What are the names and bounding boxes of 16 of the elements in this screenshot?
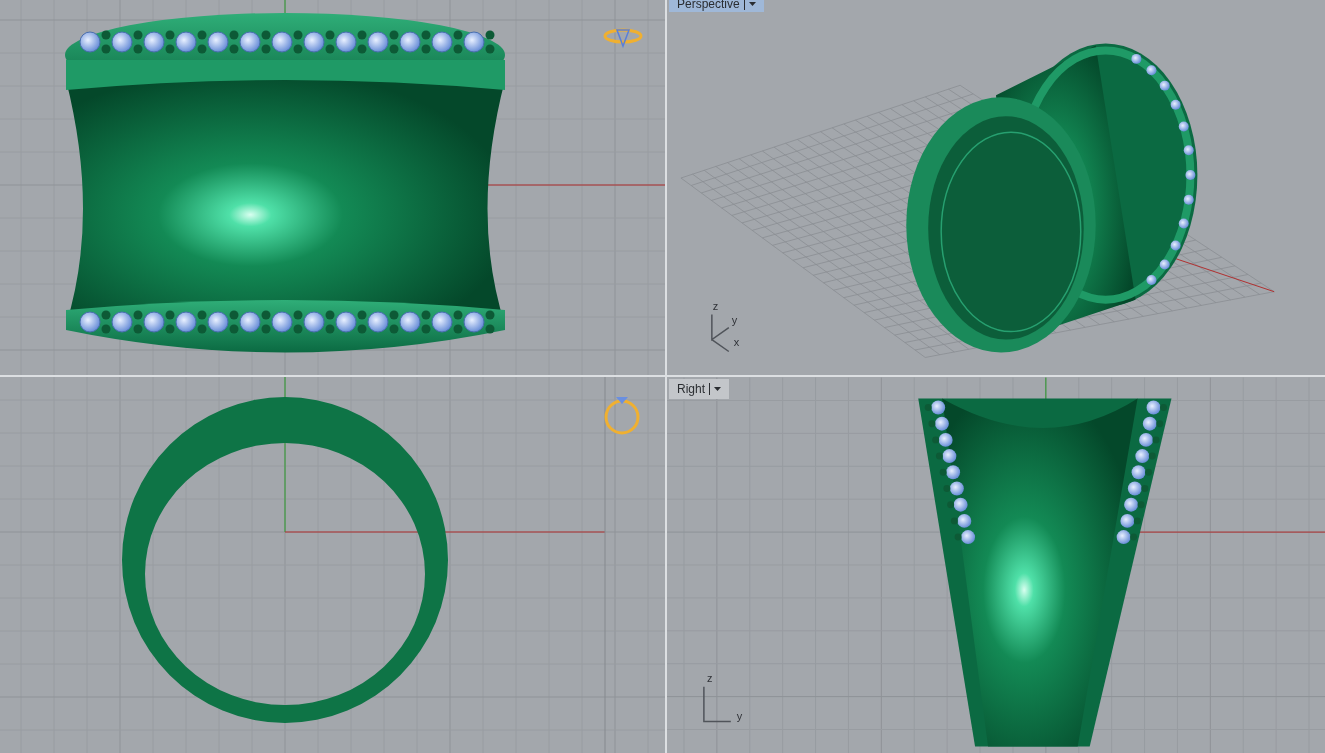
viewport-tab[interactable]: Right bbox=[669, 379, 729, 399]
caret-icon bbox=[748, 2, 756, 6]
axis-label: y bbox=[736, 709, 743, 722]
axis-label: z bbox=[712, 299, 719, 312]
axis-label: z bbox=[706, 671, 713, 684]
axis-label: y bbox=[731, 313, 738, 326]
viewport-tab[interactable]: Perspective bbox=[669, 0, 764, 12]
caret-icon bbox=[714, 387, 721, 391]
axis-label: x bbox=[733, 335, 740, 348]
viewport[interactable] bbox=[0, 0, 665, 375]
axis-icon bbox=[703, 685, 732, 723]
ring-icon bbox=[603, 28, 643, 49]
viewport[interactable]: Perspective z y x bbox=[667, 0, 1325, 375]
axis-icon bbox=[711, 313, 730, 353]
viewport[interactable]: Right z y bbox=[667, 377, 1325, 753]
ring-icon bbox=[604, 397, 640, 435]
